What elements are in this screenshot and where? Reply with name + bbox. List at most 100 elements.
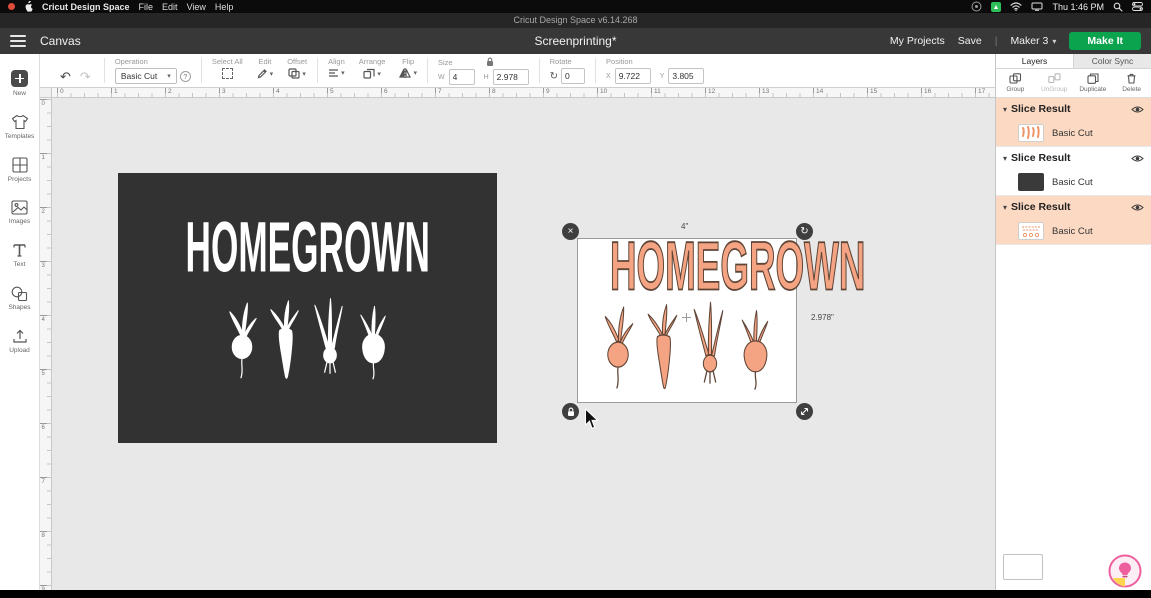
position-label: Position [606, 57, 633, 66]
operation-select[interactable]: Basic Cut ▾ [114, 68, 177, 84]
chevron-down-icon[interactable]: ▾ [1003, 203, 1007, 212]
hamburger-menu-icon[interactable] [10, 35, 26, 47]
sidebar-item-templates[interactable]: Templates [0, 105, 39, 148]
edit-group[interactable]: Edit ▾ [250, 54, 281, 87]
green-app-status-icon[interactable] [991, 1, 1002, 12]
layer-row[interactable]: Basic Cut [996, 169, 1151, 195]
align-dropdown[interactable]: ▾ [328, 68, 345, 78]
control-center-icon[interactable] [1132, 2, 1143, 11]
visibility-eye-icon[interactable] [1131, 105, 1144, 114]
y-position-input[interactable] [668, 68, 705, 84]
height-input[interactable] [492, 69, 529, 85]
layer-row[interactable]: Basic Cut [996, 218, 1151, 244]
sidebar-item-shapes[interactable]: Shapes [0, 277, 39, 320]
flip-label: Flip [402, 57, 415, 66]
ruler-number: 2 [168, 88, 172, 95]
arrange-group[interactable]: Arrange ▾ [352, 54, 393, 87]
delete-button[interactable]: Delete [1112, 69, 1151, 97]
chevron-down-icon: ▾ [341, 70, 345, 77]
duplicate-button[interactable]: Duplicate [1074, 69, 1113, 97]
offset-icon [288, 68, 300, 79]
menu-help[interactable]: Help [215, 2, 234, 12]
rotate-selection-handle[interactable]: ↻ [796, 223, 813, 240]
wifi-icon[interactable] [1010, 2, 1023, 11]
sidebar-item-label: Shapes [8, 304, 31, 311]
toolbar-divider [538, 58, 540, 83]
x-position-input[interactable] [614, 68, 651, 84]
rotate-group: Rotate ↻ [543, 54, 592, 87]
swirl-status-icon[interactable] [971, 1, 982, 12]
chevron-down-icon[interactable]: ▾ [1003, 105, 1007, 114]
mouse-cursor [584, 407, 599, 435]
flip-group[interactable]: Flip ▾ [392, 54, 424, 87]
offset-group[interactable]: Offset ▾ [280, 54, 314, 87]
select-all-icon[interactable] [221, 68, 233, 79]
chevron-down-icon: ▾ [413, 70, 417, 77]
machine-selector[interactable]: Maker 3 ▾ [1010, 35, 1056, 47]
text-T-icon [13, 244, 26, 257]
visibility-eye-icon[interactable] [1131, 154, 1144, 163]
flip-dropdown[interactable]: ▾ [399, 68, 417, 78]
make-it-button[interactable]: Make It [1069, 32, 1141, 50]
operation-help-button[interactable]: ? [179, 70, 191, 82]
layer-row[interactable]: Basic Cut [996, 120, 1151, 146]
ungroup-button[interactable]: UnGroup [1035, 69, 1074, 97]
dark-background-artwork[interactable]: HOMEGROWN [118, 173, 497, 443]
layer-group-header[interactable]: ▾ Slice Result [996, 196, 1151, 218]
sidebar-item-images[interactable]: Images [0, 191, 39, 234]
edit-dropdown[interactable]: ▾ [257, 68, 273, 79]
group-button[interactable]: Group [996, 69, 1035, 97]
toolbar-divider [595, 58, 597, 83]
undo-button[interactable]: ↶ [57, 68, 74, 85]
selection-width-label: 4" [681, 222, 689, 231]
layer-group-title: Slice Result [1011, 152, 1071, 164]
resize-selection-handle[interactable] [796, 403, 813, 420]
menu-file[interactable]: File [139, 2, 154, 12]
sidebar-item-projects[interactable]: Projects [0, 148, 39, 191]
ruler-corner [40, 88, 52, 98]
layer-thumbnail [1018, 124, 1044, 142]
sidebar-item-label: Text [13, 261, 26, 268]
feedback-bubble-icon[interactable] [1108, 554, 1142, 588]
lock-selection-handle[interactable] [562, 403, 579, 420]
width-input[interactable] [448, 69, 475, 85]
ungroup-icon [1047, 73, 1061, 84]
layer-group-header[interactable]: ▾ Slice Result [996, 147, 1151, 169]
rotate-input[interactable] [561, 68, 586, 84]
delete-selection-handle[interactable]: × [562, 223, 579, 240]
layer-label: Basic Cut [1052, 127, 1093, 139]
menu-edit[interactable]: Edit [162, 2, 178, 12]
sidebar-item-new[interactable]: New [0, 62, 39, 105]
arrange-dropdown[interactable]: ▾ [363, 68, 381, 79]
select-all-group[interactable]: Select All [205, 54, 250, 87]
lock-aspect-icon[interactable] [486, 57, 494, 67]
menu-view[interactable]: View [187, 2, 206, 12]
header-right-group: My Projects Save | Maker 3 ▾ Make It [890, 32, 1141, 50]
layer-thumbnail [1018, 222, 1044, 240]
app-header: Canvas Screenprinting* My Projects Save … [0, 28, 1151, 54]
menubar-app-name[interactable]: Cricut Design Space [42, 2, 130, 12]
my-projects-link[interactable]: My Projects [890, 35, 945, 47]
save-link[interactable]: Save [958, 35, 982, 47]
menubar-clock[interactable]: Thu 1:46 PM [1052, 2, 1104, 12]
sidebar-item-text[interactable]: Text [0, 234, 39, 277]
ruler-number: 4 [276, 88, 280, 95]
tab-layers[interactable]: Layers [996, 54, 1074, 68]
chevron-down-icon[interactable]: ▾ [1003, 154, 1007, 163]
display-mirroring-icon[interactable] [1031, 2, 1043, 11]
ruler-number: 4 [41, 317, 45, 323]
redo-button[interactable]: ↷ [77, 68, 94, 85]
tab-color-sync[interactable]: Color Sync [1074, 54, 1151, 68]
size-group: Size W H [431, 54, 536, 87]
apple-icon[interactable] [24, 1, 33, 12]
offset-dropdown[interactable]: ▾ [288, 68, 306, 79]
panel-tabs: Layers Color Sync [996, 54, 1151, 69]
layer-group-header[interactable]: ▾ Slice Result [996, 98, 1151, 120]
visibility-eye-icon[interactable] [1131, 203, 1144, 212]
sidebar-item-upload[interactable]: Upload [0, 320, 39, 363]
arrange-label: Arrange [358, 57, 386, 66]
ruler-number: 15 [870, 88, 878, 95]
align-group[interactable]: Align ▾ [321, 54, 352, 87]
search-icon[interactable] [1113, 2, 1123, 12]
pencil-icon [257, 69, 267, 79]
